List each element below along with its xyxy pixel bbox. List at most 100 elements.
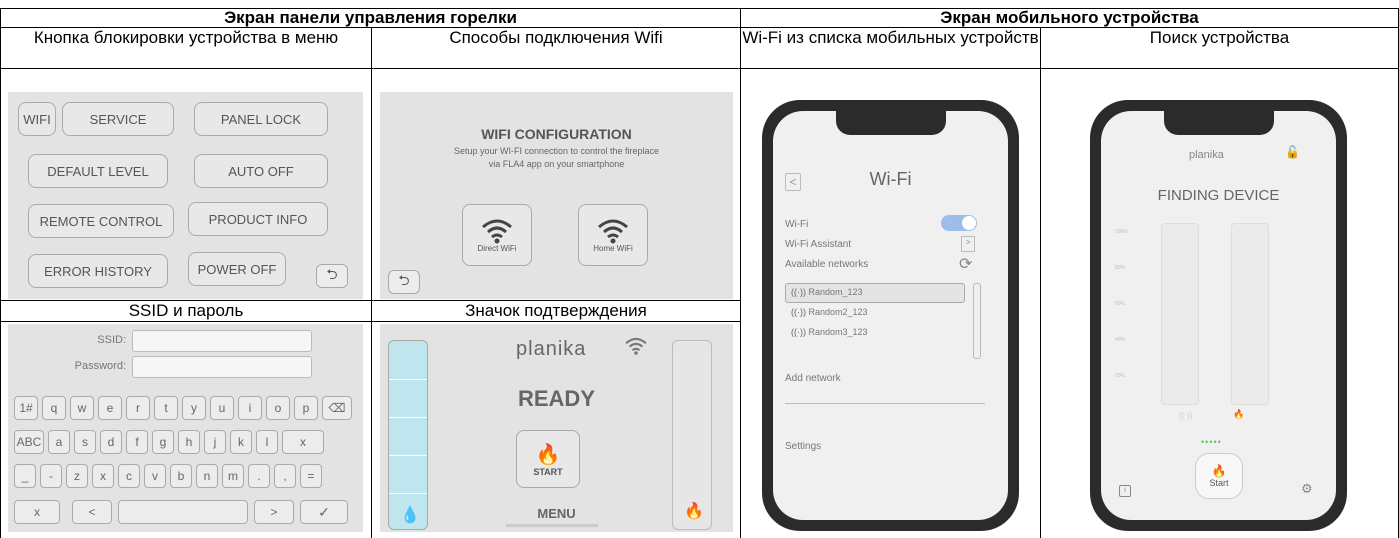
wifi-title: Wi-Fi — [869, 169, 912, 189]
lock-icon[interactable]: 🔓 — [1285, 145, 1300, 159]
phone-notch — [836, 111, 946, 135]
keyboard-key[interactable]: i — [238, 396, 262, 420]
keyboard-key[interactable]: h — [178, 430, 200, 454]
keyboard-key[interactable]: p — [294, 396, 318, 420]
key-close[interactable]: x — [14, 500, 60, 524]
phone-screen: planika 🔓 FINDING DEVICE 100% 80% 60% 40… — [1101, 111, 1336, 520]
key-right[interactable]: > — [254, 500, 294, 524]
password-input[interactable] — [132, 356, 312, 378]
wifi-label: Wi-Fi — [785, 219, 809, 230]
table-border-mid2 — [0, 321, 740, 322]
start-button[interactable]: 🔥 START — [516, 430, 580, 488]
header-right: Экран мобильного устройства — [940, 8, 1199, 27]
keyboard-key[interactable]: n — [196, 464, 218, 488]
flame-icon: 🔥 — [1211, 464, 1227, 478]
keyboard-key[interactable]: r — [126, 396, 150, 420]
ssid-input[interactable] — [132, 330, 312, 352]
product-info-button[interactable]: PRODUCT INFO — [188, 202, 328, 236]
key-left[interactable]: < — [72, 500, 112, 524]
add-network-link[interactable]: Add network — [785, 373, 841, 384]
keyboard-key[interactable]: . — [248, 464, 270, 488]
keyboard-key[interactable]: k — [230, 430, 252, 454]
back-icon[interactable]: ⮌ — [316, 264, 348, 288]
wifi-button[interactable]: WIFI — [18, 102, 56, 136]
scale-label: 80% — [1115, 265, 1126, 271]
home-wifi-button[interactable]: Home WiFi — [578, 204, 648, 266]
keyboard-key[interactable]: f — [126, 430, 148, 454]
flame-icon: 🔥 — [535, 443, 561, 466]
brand-logo: planika — [516, 338, 587, 360]
menu-panel-screen: WIFI SERVICE PANEL LOCK DEFAULT LEVEL AU… — [8, 92, 363, 299]
keyboard-key[interactable]: - — [40, 464, 62, 488]
phone-notch — [1164, 111, 1274, 135]
power-off-button[interactable]: POWER OFF — [188, 252, 286, 286]
wifi-config-subtitle2: via FLA4 app on your smartphone — [488, 159, 625, 169]
keyboard-key[interactable]: _ — [14, 464, 36, 488]
auto-off-button[interactable]: AUTO OFF — [194, 154, 328, 188]
keyboard-key[interactable]: j — [204, 430, 226, 454]
table-border-col1 — [371, 27, 372, 538]
keyboard-key[interactable]: m — [222, 464, 244, 488]
keyboard-key[interactable]: y — [182, 396, 206, 420]
panel-lock-button[interactable]: PANEL LOCK — [194, 102, 328, 136]
header-left: Экран панели управления горелки — [224, 8, 517, 27]
network-item[interactable]: ((·)) Random_123 — [791, 287, 863, 297]
start-label: START — [533, 466, 563, 477]
divider — [785, 403, 985, 404]
home-wifi-label: Home WiFi — [593, 243, 633, 253]
phone-finding-device: planika 🔓 FINDING DEVICE 100% 80% 60% 40… — [1090, 100, 1347, 531]
keyboard-key[interactable]: g — [152, 430, 174, 454]
direct-wifi-label: Direct WiFi — [477, 243, 517, 253]
level-bar-right — [1231, 223, 1269, 405]
keyboard-key[interactable]: t — [154, 396, 178, 420]
keyboard-key[interactable]: d — [100, 430, 122, 454]
wifi-toggle[interactable] — [941, 215, 977, 231]
level-bar-left — [1161, 223, 1199, 405]
keyboard-key[interactable]: x — [92, 464, 114, 488]
service-button[interactable]: SERVICE — [62, 102, 174, 136]
keyboard-key[interactable]: x — [282, 430, 324, 454]
chevron-right-icon[interactable]: > — [961, 236, 975, 252]
back-icon[interactable]: ⮌ — [388, 270, 420, 294]
table-border-caption — [0, 68, 1399, 69]
wifi-config-screen: WIFI CONFIGURATION Setup your WI-FI conn… — [380, 92, 733, 299]
wifi-icon: ((·)) — [791, 307, 806, 317]
default-level-button[interactable]: DEFAULT LEVEL — [28, 154, 168, 188]
keyboard-key[interactable]: b — [170, 464, 192, 488]
keyboard-key[interactable]: e — [98, 396, 122, 420]
error-history-button[interactable]: ERROR HISTORY — [28, 254, 168, 288]
keyboard-key[interactable]: c — [118, 464, 140, 488]
refresh-icon[interactable]: ⟳ — [959, 254, 972, 274]
keyboard-key[interactable]: 1# — [14, 396, 38, 420]
keyboard-key[interactable]: o — [266, 396, 290, 420]
settings-link[interactable]: Settings — [785, 441, 821, 452]
key-confirm[interactable]: ✓ — [300, 500, 348, 524]
caption-device-search: Поиск устройства — [1149, 28, 1290, 47]
keyboard-key[interactable]: z — [66, 464, 88, 488]
keyboard-key[interactable]: q — [42, 396, 66, 420]
keyboard-key[interactable]: = — [300, 464, 322, 488]
remote-control-button[interactable]: REMOTE CONTROL — [28, 204, 174, 238]
gear-icon[interactable]: ⚙ — [1301, 481, 1313, 497]
keyboard-key[interactable]: , — [274, 464, 296, 488]
wifi-config-subtitle1: Setup your WI-FI connection to control t… — [453, 146, 660, 156]
keyboard-key[interactable]: w — [70, 396, 94, 420]
info-icon[interactable]: i — [1119, 485, 1131, 497]
scale-label: 20% — [1115, 373, 1126, 379]
keyboard-key[interactable]: s — [74, 430, 96, 454]
keyboard-key[interactable]: l — [256, 430, 278, 454]
backspace-icon[interactable]: ⌫ — [322, 396, 352, 420]
keyboard-key[interactable]: a — [48, 430, 70, 454]
keyboard-key[interactable]: ABC — [14, 430, 44, 454]
caption-ssid-password: SSID и пароль — [128, 301, 244, 320]
network-scrollbar[interactable] — [973, 283, 981, 359]
network-item[interactable]: ((·)) Random2_123 — [791, 307, 868, 317]
wifi-config-title: WIFI CONFIGURATION — [481, 126, 632, 142]
network-item[interactable]: ((·)) Random3_123 — [791, 327, 868, 337]
keyboard-key[interactable]: u — [210, 396, 234, 420]
keyboard-key[interactable]: v — [144, 464, 166, 488]
key-space[interactable] — [118, 500, 248, 524]
direct-wifi-button[interactable]: Direct WiFi — [462, 204, 532, 266]
start-button[interactable]: 🔥 Start — [1195, 453, 1243, 499]
caption-confirm-icon: Значок подтверждения — [465, 301, 647, 320]
